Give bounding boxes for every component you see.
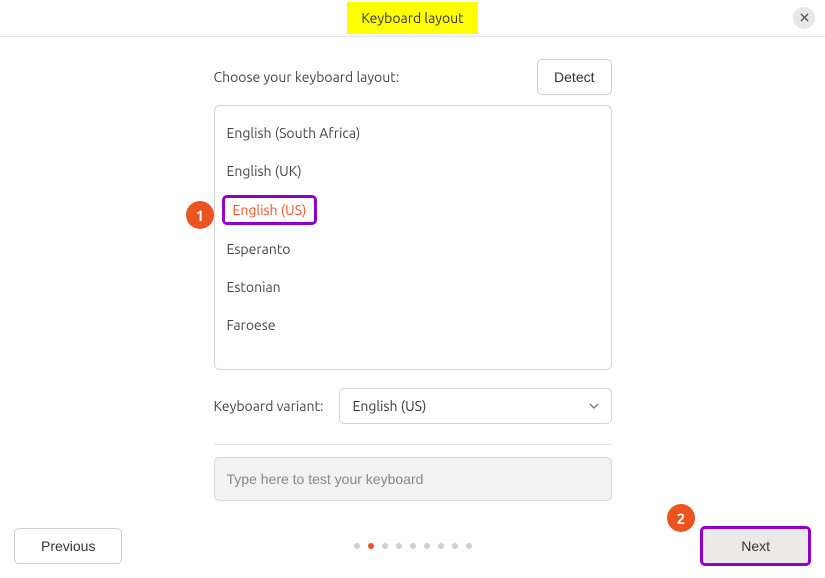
step-dot xyxy=(452,543,458,549)
step-dot xyxy=(424,543,430,549)
list-item[interactable]: Estonian xyxy=(215,268,611,306)
step-indicator xyxy=(354,543,472,549)
step-dot xyxy=(466,543,472,549)
keyboard-test-input[interactable] xyxy=(214,457,612,501)
title-bar: Keyboard layout xyxy=(0,0,825,37)
variant-selected-value: English (US) xyxy=(352,398,426,414)
close-button[interactable] xyxy=(793,7,815,29)
variant-dropdown[interactable]: English (US) xyxy=(339,388,611,424)
choose-row: Choose your keyboard layout: Detect xyxy=(214,59,612,95)
list-item[interactable]: English (South Africa) xyxy=(215,114,611,152)
detect-button[interactable]: Detect xyxy=(537,59,611,95)
step-dot xyxy=(410,543,416,549)
list-item[interactable]: Faroese xyxy=(215,306,611,344)
close-icon xyxy=(800,12,809,25)
window-title: Keyboard layout xyxy=(347,2,477,34)
list-item[interactable]: English (Nigeria) xyxy=(215,105,611,114)
list-item[interactable]: English (UK) xyxy=(215,152,611,190)
footer-nav: Previous Next xyxy=(0,526,825,566)
list-item[interactable]: Esperanto xyxy=(215,230,611,268)
keyboard-layout-list[interactable]: English (Nigeria) English (South Africa)… xyxy=(214,105,612,370)
variant-row: Keyboard variant: English (US) xyxy=(214,388,612,424)
chevron-down-icon xyxy=(589,400,599,412)
annotation-marker-1: 1 xyxy=(186,201,214,229)
step-dot xyxy=(396,543,402,549)
next-button[interactable]: Next xyxy=(700,526,811,566)
step-dot xyxy=(382,543,388,549)
previous-button[interactable]: Previous xyxy=(14,528,122,564)
variant-label: Keyboard variant: xyxy=(214,398,324,414)
step-dot-active xyxy=(368,543,374,549)
list-item-selected[interactable]: English (US) xyxy=(222,195,318,225)
main-content: Choose your keyboard layout: Detect Engl… xyxy=(0,37,825,501)
choose-label: Choose your keyboard layout: xyxy=(214,69,400,85)
step-dot xyxy=(354,543,360,549)
annotation-marker-2: 2 xyxy=(667,504,695,532)
step-dot xyxy=(438,543,444,549)
divider xyxy=(214,444,612,445)
